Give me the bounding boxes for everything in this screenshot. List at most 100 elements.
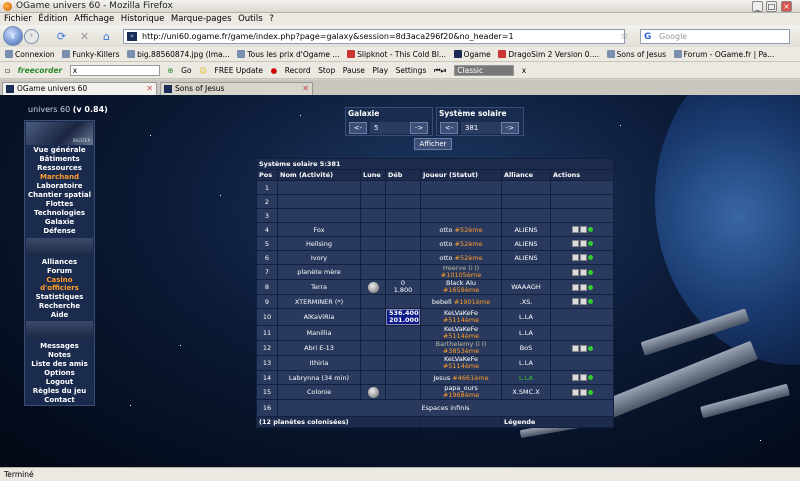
stop-button[interactable]: Stop <box>318 62 335 78</box>
back-button[interactable]: ‹ <box>3 26 23 46</box>
menu-liste-amis[interactable]: Liste des amis <box>25 360 94 369</box>
spy-icon[interactable] <box>571 254 579 261</box>
message-icon[interactable] <box>579 268 587 276</box>
bookmark-item[interactable]: Slipknot - This Cold Bl... <box>347 47 446 61</box>
alliance-cell[interactable]: WAAAGH <box>502 280 550 294</box>
player-cell[interactable]: papa_ours #1968ème <box>421 385 501 399</box>
spy-icon[interactable] <box>571 226 579 233</box>
planet-name[interactable]: Manillia <box>278 326 360 340</box>
planet-name[interactable]: AlKaViRia <box>278 309 360 325</box>
player-cell[interactable]: Barthelemy (i I) #3853ème <box>421 341 501 355</box>
toolbar-close-button[interactable]: x <box>522 62 526 78</box>
alliance-cell[interactable]: ALIENS <box>502 237 550 250</box>
planet-name[interactable]: Ithiria <box>278 356 360 370</box>
player-rank[interactable]: #1901ème <box>454 298 490 306</box>
message-icon[interactable] <box>579 344 587 352</box>
alliance-cell[interactable] <box>502 265 550 279</box>
menu-defense[interactable]: Défense <box>25 227 94 236</box>
spy-icon[interactable] <box>571 240 579 247</box>
menu-technologies[interactable]: Technologies <box>25 209 94 218</box>
bookmark-item[interactable]: big.88560874.jpg (Ima... <box>127 47 230 61</box>
menu-batiments[interactable]: Bâtiments <box>25 155 94 164</box>
menu-logout[interactable]: Logout <box>25 378 94 387</box>
buddy-icon[interactable] <box>587 255 593 260</box>
menu-galaxie[interactable]: Galaxie <box>25 218 94 227</box>
player-rank[interactable]: #5114ème <box>443 332 479 340</box>
bookmark-star-icon[interactable]: ☆ <box>620 30 629 42</box>
system-next-button[interactable]: -> <box>501 122 519 134</box>
buddy-icon[interactable] <box>587 375 593 380</box>
menu-aide[interactable]: Aide <box>25 311 94 320</box>
menu-laboratoire[interactable]: Laboratoire <box>25 182 94 191</box>
planet-name[interactable]: Abri E-13 <box>278 341 360 355</box>
menu-fichier[interactable]: Fichier <box>4 13 32 25</box>
alliance-cell[interactable] <box>502 181 550 194</box>
message-icon[interactable] <box>579 388 587 396</box>
player-name[interactable]: otto <box>439 226 452 234</box>
alliance-cell[interactable]: L.LA <box>502 356 550 370</box>
player-rank[interactable]: #52ème <box>455 254 483 262</box>
menu-edition[interactable]: Édition <box>38 13 67 25</box>
menu-outils[interactable]: Outils <box>238 13 263 25</box>
tab-close-icon[interactable]: ✕ <box>302 83 309 95</box>
alliance-cell[interactable]: L.LA <box>502 309 550 325</box>
player-name[interactable]: bebell <box>432 298 452 306</box>
planet-name[interactable] <box>278 195 360 208</box>
menu-affichage[interactable]: Affichage <box>74 13 114 25</box>
bookmark-item[interactable]: Sons of Jesus <box>606 47 666 61</box>
buddy-icon[interactable] <box>587 241 593 246</box>
player-cell[interactable]: KeLVaKeFe #5114ème <box>421 309 501 325</box>
player-rank[interactable]: #3853ème <box>443 347 479 355</box>
player-cell[interactable]: Heerve (i I) #10105ème <box>421 265 501 279</box>
free-update-button[interactable]: FREE Update <box>215 62 264 78</box>
alliance-cell[interactable]: X.SMC.X <box>502 385 550 399</box>
alliance-cell[interactable]: ALIENS <box>502 251 550 264</box>
player-name[interactable]: Jesus <box>433 374 450 382</box>
menu-regles[interactable]: Règles du jeu <box>25 387 94 396</box>
menu-recherche[interactable]: Recherche <box>25 302 94 311</box>
menu-officiers[interactable]: d'officiers <box>25 284 94 293</box>
buddy-icon[interactable] <box>587 345 593 351</box>
spy-icon[interactable] <box>571 344 579 352</box>
spy-icon[interactable] <box>571 374 579 381</box>
alliance-cell[interactable] <box>502 209 550 222</box>
bookmark-item[interactable]: Ogame <box>453 47 491 61</box>
bookmark-item[interactable]: Forum - OGame.fr | Pa... <box>673 47 774 61</box>
alliance-cell[interactable]: L.LA <box>502 371 550 384</box>
message-icon[interactable] <box>579 283 587 291</box>
close-button[interactable]: × <box>781 1 792 12</box>
player-name[interactable]: otto <box>439 240 452 248</box>
bookmark-item[interactable]: Funky-Killers <box>62 47 120 61</box>
spy-icon[interactable] <box>571 388 579 396</box>
show-button[interactable]: Afficher <box>414 138 452 150</box>
menu-statistiques[interactable]: Statistiques <box>25 293 94 302</box>
spy-icon[interactable] <box>571 268 579 276</box>
player-name[interactable]: otto <box>439 254 452 262</box>
menu-notes[interactable]: Notes <box>25 351 94 360</box>
planet-name[interactable]: Hellsing <box>278 237 360 250</box>
stop-icon[interactable]: ✕ <box>78 30 91 43</box>
tab-ogame[interactable]: OGame univers 60 ✕ <box>2 82 157 95</box>
alliance-cell[interactable]: BoS <box>502 341 550 355</box>
debris-cell[interactable]: 536.400 201.000 <box>386 309 420 325</box>
player-cell[interactable]: Jesus #4661ème <box>421 371 501 384</box>
message-icon[interactable] <box>579 374 587 381</box>
minimize-button[interactable]: _ <box>752 1 763 12</box>
address-bar[interactable]: » http://uni60.ogame.fr/game/index.php?p… <box>123 29 629 44</box>
home-icon[interactable]: ⌂ <box>100 30 113 43</box>
message-icon[interactable] <box>579 254 587 261</box>
reload-icon[interactable]: ⟳ <box>55 30 68 43</box>
bookmark-item[interactable]: Tous les prix d'Ogame ... <box>237 47 340 61</box>
debris-cell[interactable]: 0 1.800 <box>386 280 420 294</box>
planet-name[interactable]: Ivory <box>278 251 360 264</box>
skin-select[interactable]: Classic <box>454 65 515 76</box>
freecorder-input[interactable]: x <box>69 65 160 76</box>
menu-alliances[interactable]: Alliances <box>25 258 94 267</box>
planet-name[interactable]: Colonie <box>278 385 360 399</box>
menu-ressources[interactable]: Ressources <box>25 164 94 173</box>
galaxy-input[interactable]: 5 <box>370 122 410 134</box>
system-input[interactable]: 381 <box>461 122 501 134</box>
bookmark-item[interactable]: Connexion <box>5 47 55 61</box>
planet-name[interactable]: Labrynna (34 min) <box>278 371 360 384</box>
player-rank[interactable]: #52ème <box>455 226 483 234</box>
